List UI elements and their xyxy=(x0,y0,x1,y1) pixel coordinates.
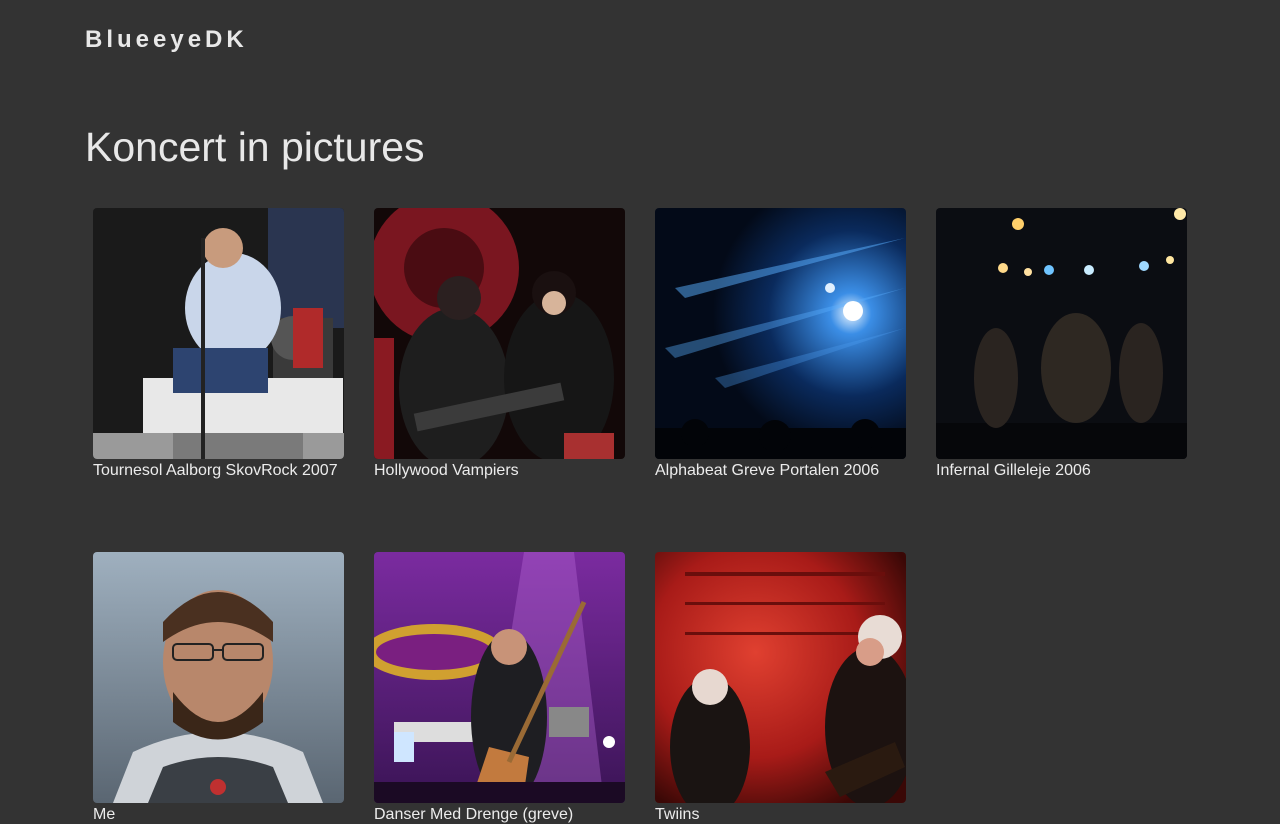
site-header: BlueeyeDK xyxy=(85,26,248,54)
gallery-thumbnail-band-photo[interactable] xyxy=(374,208,625,459)
brand-logo-link[interactable]: BlueeyeDK xyxy=(85,26,248,53)
gallery-card[interactable]: Infernal Gilleleje 2006 xyxy=(936,208,1187,480)
gallery-thumbnail-stage-lights-photo[interactable] xyxy=(655,208,906,459)
gallery-thumbnail-portrait-photo[interactable] xyxy=(93,552,344,803)
gallery-card[interactable]: Me xyxy=(93,552,344,824)
gallery-caption[interactable]: Me xyxy=(93,806,344,824)
gallery-card[interactable]: Alphabeat Greve Portalen 2006 xyxy=(655,208,906,480)
page-title: Koncert in pictures xyxy=(85,124,425,170)
gallery-caption[interactable]: Hollywood Vampiers xyxy=(374,462,625,480)
gallery-caption[interactable]: Alphabeat Greve Portalen 2006 xyxy=(655,462,906,480)
gallery-caption[interactable]: Tournesol Aalborg SkovRock 2007 xyxy=(93,462,344,480)
gallery-caption[interactable]: Infernal Gilleleje 2006 xyxy=(936,462,1187,480)
gallery-card[interactable]: Twiins xyxy=(655,552,906,824)
gallery-thumbnail-singer-photo[interactable] xyxy=(93,208,344,459)
gallery-card[interactable]: Tournesol Aalborg SkovRock 2007 xyxy=(93,208,344,480)
gallery-thumbnail-silhouette-stage-photo[interactable] xyxy=(936,208,1187,459)
gallery-grid: Tournesol Aalborg SkovRock 2007 Hollywoo… xyxy=(93,208,1193,824)
gallery-card[interactable]: Danser Med Drenge (greve) xyxy=(374,552,625,824)
gallery-thumbnail-red-stage-photo[interactable] xyxy=(655,552,906,803)
gallery-thumbnail-bassist-photo[interactable] xyxy=(374,552,625,803)
gallery-card[interactable]: Hollywood Vampiers xyxy=(374,208,625,480)
gallery-caption[interactable]: Twiins xyxy=(655,806,906,824)
gallery-caption[interactable]: Danser Med Drenge (greve) xyxy=(374,806,625,824)
